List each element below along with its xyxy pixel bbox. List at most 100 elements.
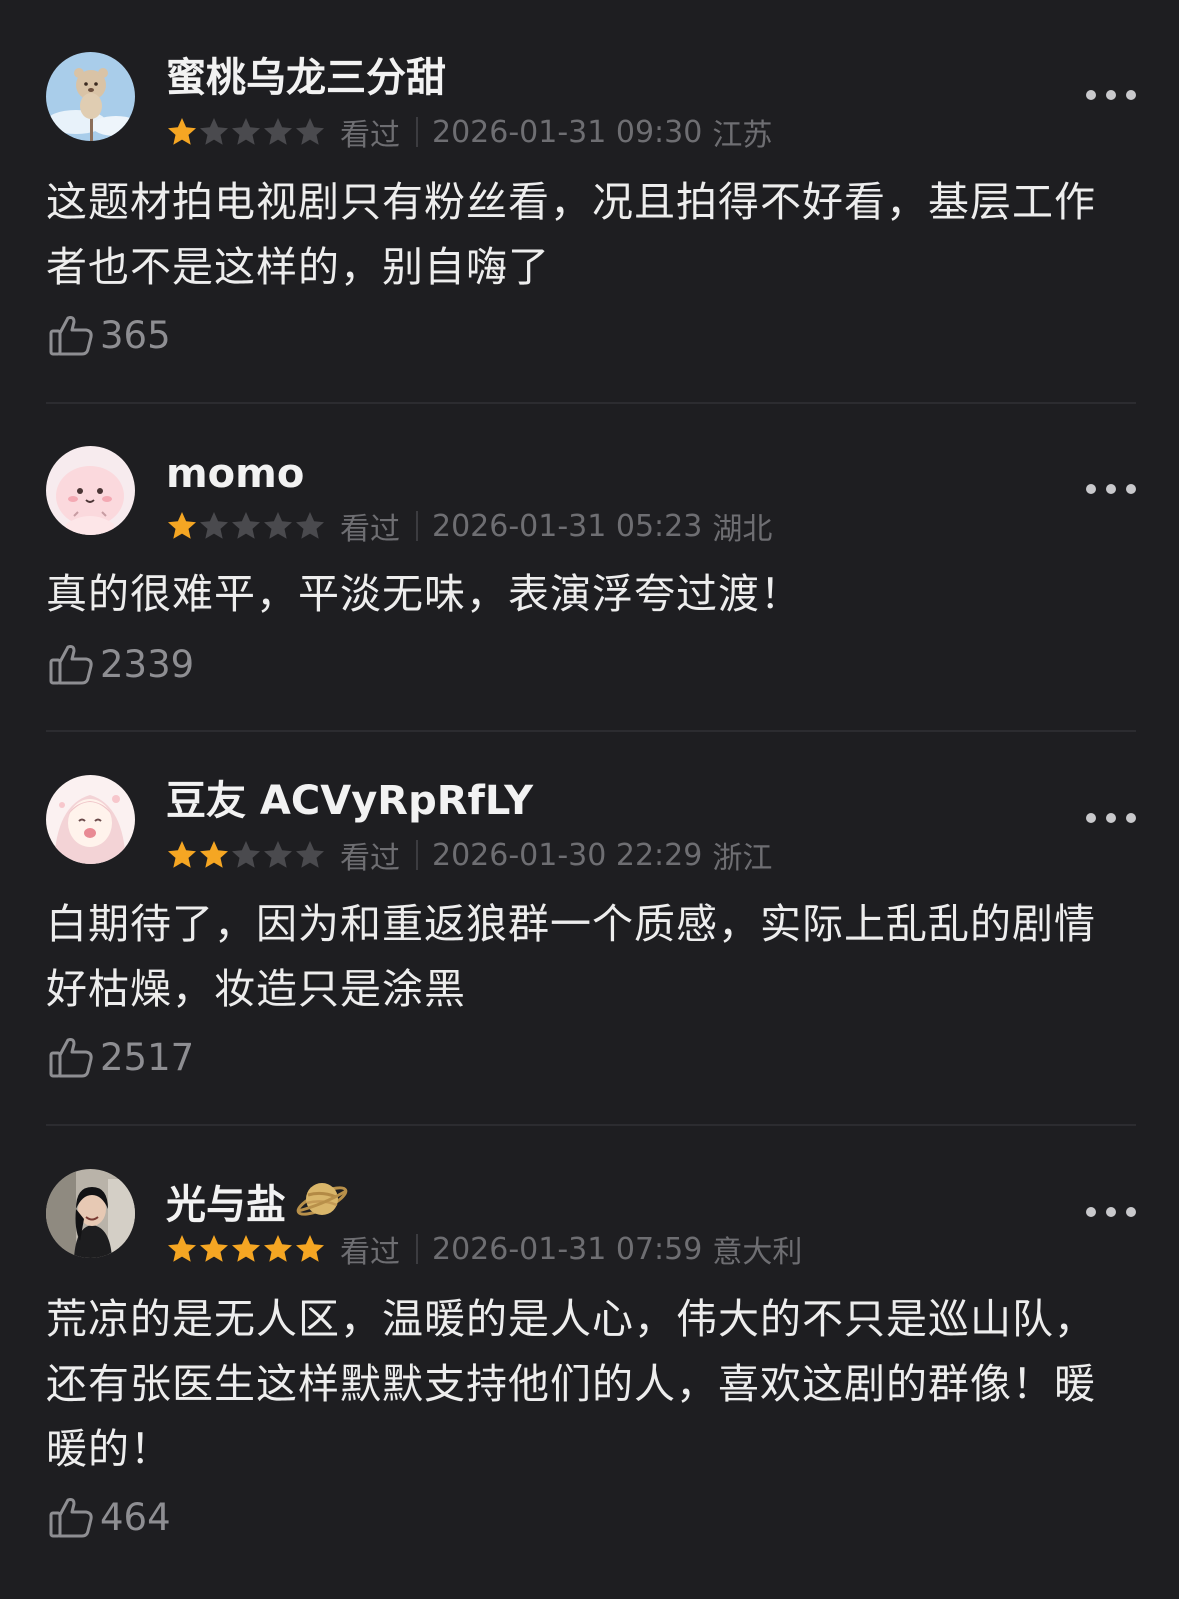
avatar[interactable] <box>46 52 135 141</box>
rating-stars <box>166 510 326 542</box>
avatar[interactable] <box>46 775 135 864</box>
username[interactable]: 光与盐 <box>166 1171 350 1238</box>
more-dot-icon <box>1126 90 1136 100</box>
avatar-bear-plush-sky <box>46 52 135 141</box>
star-empty-icon <box>230 510 262 542</box>
star-filled-icon <box>166 116 198 148</box>
meta-row: 看过 2026-01-30 22:29 浙江 <box>166 835 773 876</box>
star-empty-icon <box>230 839 262 871</box>
like-count: 2339 <box>100 642 195 686</box>
star-filled-icon <box>262 1233 294 1265</box>
like-count: 464 <box>100 1495 171 1539</box>
username[interactable]: 豆友 ACVyRpRfLY <box>166 777 533 825</box>
rating-stars <box>166 839 326 871</box>
comment-text: 这题材拍电视剧只有粉丝看，况且拍得不好看，基层工作者也不是这样的，别自嗨了 <box>46 178 1096 291</box>
meta-divider <box>416 840 418 870</box>
comment-text: 荒凉的是无人区，温暖的是人心，伟大的不只是巡山队，还有张医生这样默默支持他们的人… <box>46 1295 1096 1473</box>
comment-time: 2026-01-31 09:30 <box>432 114 703 150</box>
like-button[interactable]: 365 <box>46 310 171 360</box>
more-dot-icon <box>1126 1207 1136 1217</box>
star-empty-icon <box>294 510 326 542</box>
more-dot-icon <box>1126 484 1136 494</box>
star-empty-icon <box>294 839 326 871</box>
rating-stars <box>166 116 326 148</box>
thumbs-up-icon[interactable] <box>46 1492 96 1542</box>
meta-divider <box>416 1234 418 1264</box>
star-filled-icon <box>166 839 198 871</box>
meta-divider <box>416 511 418 541</box>
like-button[interactable]: 464 <box>46 1492 171 1542</box>
star-empty-icon <box>198 510 230 542</box>
watched-label: 看过 <box>340 841 400 876</box>
star-filled-icon <box>166 510 198 542</box>
username-text[interactable]: momo <box>166 450 304 498</box>
thumbs-up-icon[interactable] <box>46 310 96 360</box>
more-dot-icon <box>1126 813 1136 823</box>
comment-location: 意大利 <box>712 1235 803 1270</box>
more-dot-icon <box>1086 90 1096 100</box>
rating-stars <box>166 1233 326 1265</box>
divider <box>46 1124 1136 1126</box>
star-filled-icon <box>198 839 230 871</box>
star-empty-icon <box>198 116 230 148</box>
thumbs-up-icon[interactable] <box>46 639 96 689</box>
star-empty-icon <box>262 839 294 871</box>
like-button[interactable]: 2339 <box>46 639 194 689</box>
username-text[interactable]: 蜜桃乌龙三分甜 <box>166 54 446 102</box>
comment-text: 白期待了，因为和重返狼群一个质感，实际上乱乱的剧情好枯燥，妆造只是涂黑 <box>46 900 1096 1013</box>
divider <box>46 730 1136 732</box>
comment-text: 真的很难平，平淡无味，表演浮夸过渡！ <box>46 570 802 618</box>
comment-item: 蜜桃乌龙三分甜 看过 2026-01-31 09:30 江苏 这题材拍电视剧只有… <box>46 52 1136 372</box>
star-filled-icon <box>294 1233 326 1265</box>
comment-time: 2026-01-30 22:29 <box>432 837 703 873</box>
comment-location: 江苏 <box>712 118 773 153</box>
divider <box>46 402 1136 404</box>
star-empty-icon <box>230 116 262 148</box>
star-filled-icon <box>166 1233 198 1265</box>
comment-item: momo 看过 2026-01-31 05:23 湖北 真的很难平，平淡无味，表… <box>46 446 1136 696</box>
comment-location: 浙江 <box>712 841 773 876</box>
comment-time: 2026-01-31 05:23 <box>432 508 703 544</box>
thumbs-up-icon[interactable] <box>46 1032 96 1082</box>
more-options-button[interactable] <box>1086 80 1136 110</box>
meta-row: 看过 2026-01-31 05:23 湖北 <box>166 506 773 547</box>
more-dot-icon <box>1086 484 1096 494</box>
more-dot-icon <box>1106 90 1116 100</box>
more-options-button[interactable] <box>1086 474 1136 504</box>
meta-row: 看过 2026-01-31 09:30 江苏 <box>166 112 773 153</box>
meta-row: 看过 2026-01-31 07:59 意大利 <box>166 1229 803 1270</box>
username[interactable]: 蜜桃乌龙三分甜 <box>166 54 446 102</box>
comment-location: 湖北 <box>712 512 773 547</box>
username-text[interactable]: 豆友 ACVyRpRfLY <box>166 777 533 825</box>
more-dot-icon <box>1106 1207 1116 1217</box>
more-dot-icon <box>1086 1207 1096 1217</box>
avatar[interactable] <box>46 446 135 535</box>
avatar[interactable] <box>46 1169 135 1258</box>
more-options-button[interactable] <box>1086 1197 1136 1227</box>
comment-time: 2026-01-31 07:59 <box>432 1231 703 1267</box>
star-filled-icon <box>230 1233 262 1265</box>
like-button[interactable]: 2517 <box>46 1032 194 1082</box>
like-count: 2517 <box>100 1035 195 1079</box>
more-dot-icon <box>1086 813 1096 823</box>
comment-item: 豆友 ACVyRpRfLY 看过 2026-01-30 22:29 浙江 白期待… <box>46 775 1136 1095</box>
avatar-anime-girl <box>46 775 135 864</box>
username[interactable]: momo <box>166 450 304 498</box>
avatar-photo-person <box>46 1169 135 1258</box>
more-options-button[interactable] <box>1086 803 1136 833</box>
username-text[interactable]: 光与盐 <box>166 1181 286 1229</box>
watched-label: 看过 <box>340 118 400 153</box>
more-dot-icon <box>1106 813 1116 823</box>
watched-label: 看过 <box>340 1235 400 1270</box>
star-filled-icon <box>198 1233 230 1265</box>
meta-divider <box>416 117 418 147</box>
comment-list: 蜜桃乌龙三分甜 看过 2026-01-31 09:30 江苏 这题材拍电视剧只有… <box>0 0 1179 1599</box>
star-empty-icon <box>262 116 294 148</box>
more-dot-icon <box>1106 484 1116 494</box>
watched-label: 看过 <box>340 512 400 547</box>
avatar-pink-blob <box>46 446 135 535</box>
like-count: 365 <box>100 313 171 357</box>
star-empty-icon <box>262 510 294 542</box>
comment-item: 光与盐 看过 2026-01-31 07:59 意大利 荒凉的是无人区，温暖的是… <box>46 1169 1136 1569</box>
star-empty-icon <box>294 116 326 148</box>
